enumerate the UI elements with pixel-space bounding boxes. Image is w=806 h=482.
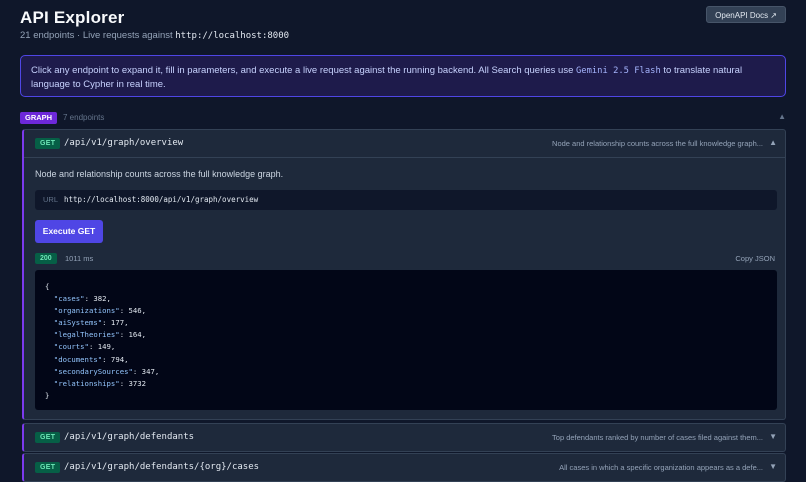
json-value: 382,: [93, 294, 111, 304]
chevron-down-icon[interactable]: ▼: [769, 462, 777, 471]
chevron-up-icon[interactable]: ▲: [769, 138, 777, 147]
url-label: URL: [43, 195, 59, 204]
endpoint-description: All cases in which a specific organizati…: [559, 463, 763, 472]
page-subtitle: 21 endpoints · Live requests against htt…: [20, 30, 289, 41]
json-close-brace: }: [45, 390, 50, 400]
chevron-up-icon[interactable]: ▲: [778, 112, 786, 121]
json-value: 3732: [128, 378, 147, 388]
json-value: 546,: [128, 306, 147, 316]
chevron-down-icon[interactable]: ▼: [769, 432, 777, 441]
group-header-graph[interactable]: GRAPH 7 endpoints ▲: [20, 112, 786, 124]
json-value: 149,: [97, 342, 116, 352]
endpoint-graph-defendant-cases: GET /api/v1/graph/defendants/{org}/cases…: [22, 453, 786, 482]
page-header: API Explorer 21 endpoints · Live request…: [20, 6, 786, 46]
method-badge: GET: [35, 462, 61, 473]
group-endpoint-count: 7 endpoints: [63, 113, 105, 122]
json-key: "courts": [53, 342, 89, 352]
endpoint-header[interactable]: GET /api/v1/graph/defendants Top defenda…: [24, 424, 785, 451]
method-badge: GET: [35, 432, 61, 443]
json-value: 347,: [141, 366, 160, 376]
info-text-before: Click any endpoint to expand it, fill in…: [31, 65, 576, 76]
response-timing: 1011 ms: [65, 254, 94, 263]
endpoint-header[interactable]: GET /api/v1/graph/overview Node and rela…: [24, 130, 785, 157]
base-url: http://localhost:8000: [175, 31, 290, 41]
json-key: "aiSystems": [53, 318, 103, 328]
json-value: 164,: [128, 330, 147, 340]
endpoint-path: /api/v1/graph/defendants/{org}/cases: [64, 462, 260, 472]
method-badge: GET: [35, 138, 61, 149]
json-key: "documents": [53, 354, 103, 364]
json-value: 177,: [110, 318, 129, 328]
json-key: "legalTheories": [53, 330, 120, 340]
openapi-docs-button[interactable]: OpenAPI Docs ↗: [706, 6, 786, 23]
status-badge: 200: [35, 253, 57, 264]
json-key: "relationships": [53, 378, 120, 388]
subtitle-text: 21 endpoints · Live requests against: [20, 30, 176, 41]
endpoint-path: /api/v1/graph/defendants: [64, 432, 195, 442]
endpoint-body: Node and relationship counts across the …: [24, 157, 785, 419]
url-display: URL http://localhost:8000/api/v1/graph/ov…: [35, 190, 777, 210]
request-url: http://localhost:8000/api/v1/graph/overv…: [64, 195, 259, 204]
group-badge: GRAPH: [20, 112, 58, 124]
json-open-brace: {: [45, 282, 50, 291]
endpoint-graph-defendants: GET /api/v1/graph/defendants Top defenda…: [22, 423, 786, 452]
endpoint-header[interactable]: GET /api/v1/graph/defendants/{org}/cases…: [24, 454, 785, 481]
info-banner: Click any endpoint to expand it, fill in…: [20, 55, 786, 97]
endpoint-description: Node and relationship counts across the …: [552, 139, 763, 148]
endpoint-full-description: Node and relationship counts across the …: [35, 169, 284, 179]
model-name: Gemini 2.5 Flash: [576, 66, 661, 76]
execute-get-button[interactable]: Execute GET: [35, 220, 103, 243]
page-title: API Explorer: [20, 8, 125, 27]
endpoint-description: Top defendants ranked by number of cases…: [552, 433, 763, 442]
endpoint-path: /api/v1/graph/overview: [64, 138, 184, 148]
json-key: "secondarySources": [53, 366, 133, 376]
json-key: "organizations": [53, 306, 120, 316]
json-value: 794,: [110, 354, 129, 364]
copy-json-button[interactable]: Copy JSON: [735, 254, 775, 263]
response-json: { "cases": 382, "organizations": 546, "a…: [35, 270, 777, 410]
json-key: "cases": [53, 294, 85, 304]
endpoint-graph-overview: GET /api/v1/graph/overview Node and rela…: [22, 129, 786, 420]
